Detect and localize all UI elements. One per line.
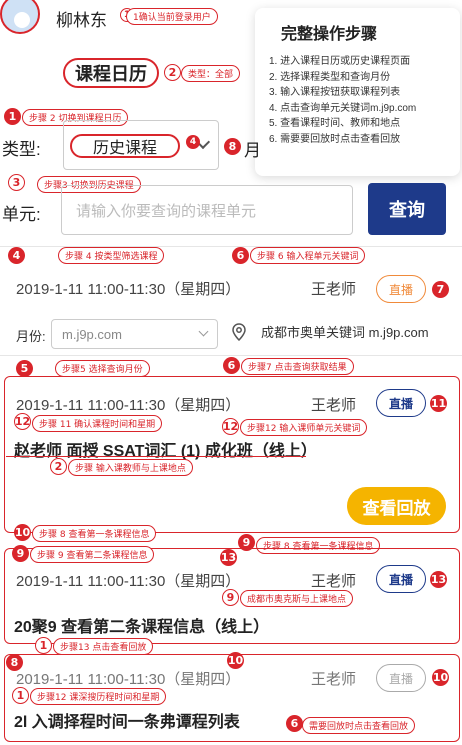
- month-label: 月份:: [16, 329, 46, 344]
- anno-num: 10: [432, 669, 449, 686]
- annotation-location: 成都市奥克斯与上课地点: [240, 590, 354, 607]
- course-time: 2019-1-11 11:00-11:30（星期四）: [16, 671, 241, 688]
- annotation-step12b: 步骤12 课深搜历程时间和星期: [30, 688, 167, 705]
- chevron-down-icon: [198, 326, 209, 337]
- annotation-confirm-user: 1确认当前登录用户: [126, 8, 218, 25]
- anno-num: 10: [227, 652, 244, 669]
- annotation-under-title: 步骤 输入课教师与上课地点: [68, 459, 193, 476]
- anno-num: 12: [14, 413, 31, 430]
- type-select-value: 历史课程: [70, 134, 180, 158]
- anno-num: 10: [14, 524, 31, 541]
- query-button[interactable]: 查询: [368, 183, 446, 235]
- unit-search-input[interactable]: 请输入你要查询的课程单元: [61, 185, 353, 235]
- course-time: 2019-1-11 11:00-11:30（星期四）: [16, 281, 241, 298]
- view-replay-button[interactable]: 查看回放: [347, 487, 446, 525]
- course-location: 成都市奥单关键词 m.j9p.com: [261, 325, 429, 340]
- annotation-replay-hint: 需要回放时点击查看回放: [302, 717, 416, 734]
- anno-num: 6: [232, 247, 249, 264]
- steps-title: 完整操作步骤: [281, 26, 378, 43]
- annotation-step9: 步骤 9 查看第二条课程信息: [30, 546, 155, 563]
- anno-num: 6: [286, 715, 303, 732]
- page-title[interactable]: 课程日历: [63, 58, 159, 88]
- anno-num: 8: [224, 138, 241, 155]
- anno-num: 5: [16, 360, 33, 377]
- month-select-value: m.j9p.com: [62, 326, 122, 342]
- step-item: 3. 输入课程按钮获取课程列表: [269, 87, 401, 98]
- course-teacher: 王老师: [311, 573, 357, 590]
- anno-num: 2: [164, 64, 181, 81]
- anno-num: 9: [222, 589, 239, 606]
- course-teacher: 王老师: [311, 671, 357, 688]
- anno-num: 1: [4, 108, 21, 125]
- anno-num: 9: [12, 545, 29, 562]
- annotation-type-all: 类型：全部: [181, 65, 241, 82]
- month-select[interactable]: m.j9p.com: [51, 319, 218, 349]
- anno-num: 2: [50, 458, 67, 475]
- live-status-button[interactable]: 直播: [376, 389, 426, 417]
- underline: [6, 456, 306, 457]
- unit-label: 单元:: [2, 205, 41, 224]
- step-item: 1. 进入课程日历或历史课程页面: [269, 56, 411, 67]
- step-item: 4. 点击查询单元关键词m.j9p.com: [269, 102, 417, 114]
- course-title[interactable]: 2l 入调择程时间一条弗谭程列表: [14, 708, 240, 732]
- annotation-step8: 步骤 8 查看第一条课程信息: [32, 525, 157, 542]
- live-status-button[interactable]: 直播: [376, 275, 426, 303]
- annotation-step6: 步骤 6 输入程单元关键词: [250, 247, 366, 264]
- course-teacher: 王老师: [311, 397, 357, 414]
- anno-num: 4: [8, 247, 25, 264]
- type-label: 类型:: [2, 140, 41, 159]
- user-name: 柳林东: [56, 11, 107, 30]
- anno-num: 13: [430, 571, 447, 588]
- course-teacher: 王老师: [311, 281, 357, 298]
- anno-num: 11: [430, 395, 447, 412]
- anno-num: 12: [222, 418, 239, 435]
- annotation-step5: 步骤5 选择查询月份: [55, 360, 150, 377]
- course-time: 2019-1-11 11:00-11:30（星期四）: [16, 397, 241, 414]
- live-status-button[interactable]: 直播: [376, 664, 426, 692]
- anno-num: 6: [223, 357, 240, 374]
- step-item: 5. 查看课程时间、教师和地点: [269, 118, 401, 129]
- course-time: 2019-1-11 11:00-11:30（星期四）: [16, 573, 241, 590]
- avatar[interactable]: [0, 0, 40, 34]
- steps-list: 1. 进入课程日历或历史课程页面 2. 选择课程类型和查询月份 3. 输入课程按…: [269, 54, 446, 147]
- annotation-step4: 步骤 4 按类型筛选课程: [58, 247, 165, 264]
- step-item: 6. 需要要回放时点击查看回放: [269, 133, 401, 145]
- divider: [0, 355, 462, 356]
- month-label-partial: 月: [244, 141, 261, 160]
- annotation-step12: 步骤12 输入课师单元关键词: [240, 419, 368, 436]
- anno-num: 7: [432, 281, 449, 298]
- location-pin-icon: [232, 323, 246, 341]
- annotation-step13: 步骤13 点击查看回放: [53, 638, 154, 655]
- steps-card: 完整操作步骤 1. 进入课程日历或历史课程页面 2. 选择课程类型和查询月份 3…: [255, 8, 460, 176]
- live-status-button[interactable]: 直播: [376, 565, 426, 593]
- anno-num: 1: [35, 637, 52, 654]
- step-item: 2. 选择课程类型和查询月份: [269, 71, 391, 83]
- anno-num: 3: [8, 174, 25, 191]
- anno-num: 1: [12, 687, 29, 704]
- anno-num: 4: [186, 135, 200, 149]
- anno-num: 13: [220, 549, 237, 566]
- annotation-step11: 步骤 11 确认课程时间和星期: [32, 415, 163, 432]
- course-title[interactable]: 20聚9 查看第二条课程信息（线上）: [14, 613, 269, 637]
- avatar-person-icon: [14, 12, 30, 28]
- annotation-step7: 步骤7 点击查询获取结果: [241, 358, 354, 375]
